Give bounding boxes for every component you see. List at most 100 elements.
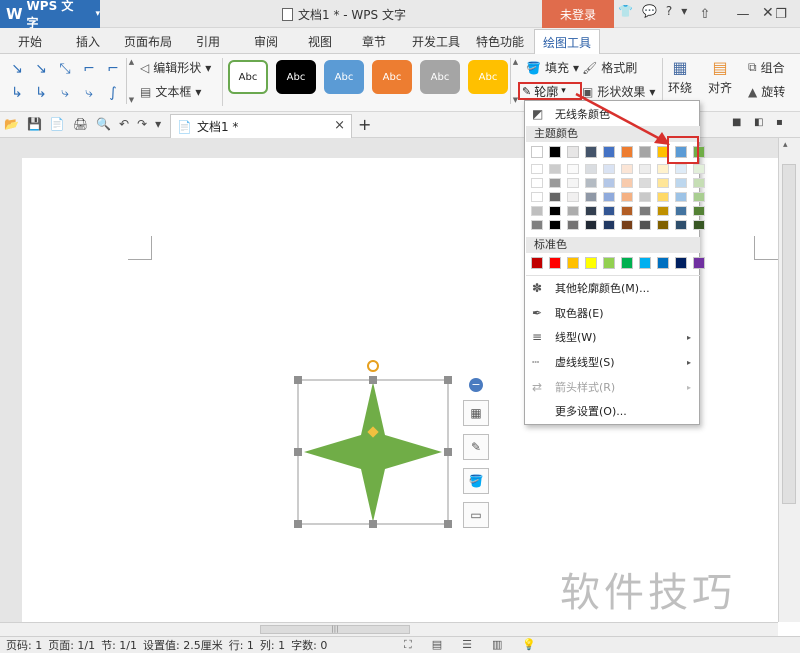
theme-tint-swatch[interactable] — [567, 192, 579, 202]
new-tab-button[interactable]: + — [358, 115, 371, 134]
minimize-button[interactable]: — — [724, 7, 762, 22]
line-shape-icon[interactable]: ⤷ — [78, 82, 100, 104]
theme-tint-swatch[interactable] — [567, 206, 579, 216]
dash-type-item[interactable]: ┄ 虚线线型(S) ▸ — [525, 351, 699, 373]
web-view-icon[interactable]: ▥ — [492, 638, 502, 652]
print-preview-icon[interactable]: 🔍 — [96, 117, 111, 131]
standard-color-swatch[interactable] — [567, 257, 579, 269]
edit-shape-button[interactable]: ◁ 编辑形状 ▾ — [140, 59, 211, 76]
theme-tint-swatch[interactable] — [693, 220, 705, 230]
line-type-item[interactable]: ≡ 线型(W) ▸ — [525, 326, 699, 348]
page-view-icon[interactable]: ▤ — [432, 638, 442, 652]
line-shape-icon[interactable]: ↳ — [6, 82, 28, 104]
star-shape[interactable] — [290, 360, 460, 540]
tab-start[interactable]: 开始 — [18, 33, 42, 50]
print-icon[interactable]: 🖨 — [73, 117, 88, 131]
scroll-up-icon[interactable]: ▲ — [129, 58, 134, 66]
eyedropper-item[interactable]: ✒ 取色器(E) — [525, 302, 699, 324]
theme-tint-swatch[interactable] — [585, 206, 597, 216]
upload-icon[interactable]: ⇧ — [686, 7, 724, 22]
line-shape-icon[interactable]: ∫ — [102, 82, 124, 104]
theme-tint-swatch[interactable] — [585, 192, 597, 202]
outline-view-icon[interactable]: ☰ — [462, 638, 472, 652]
line-shape-icon[interactable]: ⤡ — [54, 58, 76, 80]
theme-tint-swatch[interactable] — [675, 178, 687, 188]
scroll-down-icon[interactable]: ▼ — [129, 96, 134, 104]
rotate-button[interactable]: ▲ 旋转 — [748, 83, 785, 100]
chat-icon[interactable]: 💬 — [642, 4, 657, 18]
read-view-icon[interactable]: 💡 — [522, 638, 536, 652]
format-painter-button[interactable]: 🖌 格式刷 — [582, 59, 637, 76]
theme-tint-swatch[interactable] — [675, 164, 687, 174]
theme-tint-swatch[interactable] — [675, 206, 687, 216]
theme-tint-swatch[interactable] — [549, 220, 561, 230]
theme-tint-swatch[interactable] — [657, 192, 669, 202]
theme-tint-swatch[interactable] — [621, 164, 633, 174]
line-shape-icon[interactable]: ⤷ — [54, 82, 76, 104]
gallery-scroll[interactable]: ▲ ▼ — [126, 58, 136, 104]
theme-tint-swatch[interactable] — [675, 192, 687, 202]
help-icon[interactable]: ? — [666, 4, 672, 18]
theme-tint-swatch[interactable] — [567, 178, 579, 188]
theme-tint-swatch[interactable] — [639, 220, 651, 230]
rotate-handle[interactable] — [367, 360, 379, 372]
shape-style-6[interactable]: Abc — [468, 60, 508, 94]
theme-tint-swatch[interactable] — [603, 164, 615, 174]
vertical-scrollbar[interactable]: ▴ — [778, 138, 800, 622]
theme-tint-swatch[interactable] — [549, 206, 561, 216]
line-shapes-gallery[interactable]: ↘ ↘ ⤡ ⌐ ⌐ ↳ ↳ ⤷ ⤷ ∫ — [6, 58, 126, 104]
theme-tint-swatch[interactable] — [531, 220, 543, 230]
align-button[interactable]: ▤ 对齐 — [708, 58, 732, 96]
theme-tint-swatch[interactable] — [603, 206, 615, 216]
theme-tint-swatch[interactable] — [567, 220, 579, 230]
close-tab-icon[interactable]: × — [334, 118, 345, 133]
scroll-up-icon[interactable]: ▲ — [513, 58, 518, 66]
theme-tint-swatch[interactable] — [675, 220, 687, 230]
more-outline-colors-item[interactable]: ✽ 其他轮廓颜色(M)... — [525, 277, 699, 299]
shape-style-2[interactable]: Abc — [276, 60, 316, 94]
open-icon[interactable]: 📂 — [4, 117, 19, 131]
fill-icon[interactable]: 🪣 — [463, 468, 489, 494]
standard-color-swatch[interactable] — [531, 257, 543, 269]
customize-dropdown-icon[interactable]: ▾ — [155, 117, 161, 131]
shape-style-5[interactable]: Abc — [420, 60, 460, 94]
theme-tint-swatch[interactable] — [603, 178, 615, 188]
theme-tint-swatch[interactable] — [639, 164, 651, 174]
theme-tint-swatch[interactable] — [549, 164, 561, 174]
close-button[interactable]: ✕ — [762, 5, 774, 21]
line-shape-icon[interactable]: ↘ — [30, 58, 52, 80]
tab-references[interactable]: 引用 — [196, 33, 220, 50]
export-pdf-icon[interactable]: 📄 — [50, 117, 65, 131]
mini-tool-icon[interactable]: ◧ — [754, 117, 763, 128]
theme-color-swatch[interactable] — [531, 146, 543, 158]
theme-tint-swatch[interactable] — [603, 220, 615, 230]
outline-icon[interactable]: ▭ — [463, 502, 489, 528]
line-shape-icon[interactable]: ⌐ — [102, 58, 124, 80]
theme-tint-swatch[interactable] — [585, 164, 597, 174]
theme-tint-swatch[interactable] — [621, 178, 633, 188]
layout-options-icon[interactable]: ▦ — [463, 400, 489, 426]
standard-color-swatch[interactable] — [585, 257, 597, 269]
theme-tint-swatch[interactable] — [585, 178, 597, 188]
theme-tint-swatch[interactable] — [693, 164, 705, 174]
four-point-star[interactable] — [304, 382, 442, 522]
scroll-thumb[interactable]: ||| — [260, 625, 410, 634]
theme-tint-swatch[interactable] — [639, 192, 651, 202]
line-shape-icon[interactable]: ↳ — [30, 82, 52, 104]
shape-style-1[interactable]: Abc — [228, 60, 268, 94]
theme-tint-swatch[interactable] — [657, 178, 669, 188]
document-tab[interactable]: 📄 文档1 * × — [170, 114, 352, 138]
tab-page-layout[interactable]: 页面布局 — [124, 33, 172, 50]
theme-tint-swatch[interactable] — [531, 192, 543, 202]
text-box-button[interactable]: ▤ 文本框 ▾ — [140, 83, 201, 100]
standard-color-swatch[interactable] — [621, 257, 633, 269]
theme-tint-swatch[interactable] — [693, 192, 705, 202]
tab-insert[interactable]: 插入 — [76, 33, 100, 50]
more-settings-item[interactable]: 更多设置(O)... — [525, 400, 699, 422]
redo-icon[interactable]: ↷ — [137, 117, 147, 131]
theme-tint-swatch[interactable] — [549, 192, 561, 202]
horizontal-scrollbar[interactable]: ||| — [0, 622, 778, 636]
theme-tint-swatch[interactable] — [639, 178, 651, 188]
theme-tint-swatch[interactable] — [531, 206, 543, 216]
theme-tint-swatch[interactable] — [621, 220, 633, 230]
